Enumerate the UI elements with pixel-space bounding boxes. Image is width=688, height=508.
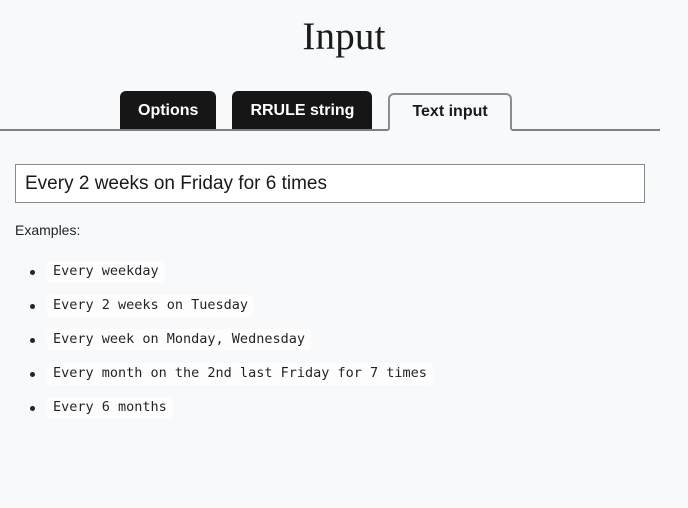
example-chip[interactable]: Every 6 months — [47, 396, 173, 420]
page-root: Input Options RRULE string Text input Ex… — [0, 0, 688, 508]
tab-text-input[interactable]: Text input — [388, 93, 512, 131]
tab-rrule-string-label: RRULE string — [250, 101, 355, 119]
example-chip[interactable]: Every month on the 2nd last Friday for 7… — [47, 362, 433, 386]
tab-options[interactable]: Options — [120, 91, 217, 129]
list-item: Every month on the 2nd last Friday for 7… — [30, 357, 433, 391]
tab-options-label: Options — [138, 101, 199, 119]
examples-list: Every weekday Every 2 weeks on Tuesday E… — [15, 255, 433, 425]
page-title: Input — [302, 15, 386, 58]
example-chip[interactable]: Every weekday — [47, 260, 165, 284]
examples-label: Examples: — [15, 222, 81, 238]
list-item: Every week on Monday, Wednesday — [30, 323, 433, 357]
tab-text-input-label: Text input — [412, 103, 488, 120]
example-chip[interactable]: Every 2 weeks on Tuesday — [47, 294, 255, 318]
rrule-text-input[interactable] — [15, 164, 645, 203]
tab-bar: Options RRULE string Text input — [0, 91, 660, 131]
list-item: Every 6 months — [30, 391, 433, 425]
list-item: Every weekday — [30, 255, 433, 289]
tab-rrule-string[interactable]: RRULE string — [232, 91, 373, 129]
example-chip[interactable]: Every week on Monday, Wednesday — [47, 328, 311, 352]
list-item: Every 2 weeks on Tuesday — [30, 289, 433, 323]
